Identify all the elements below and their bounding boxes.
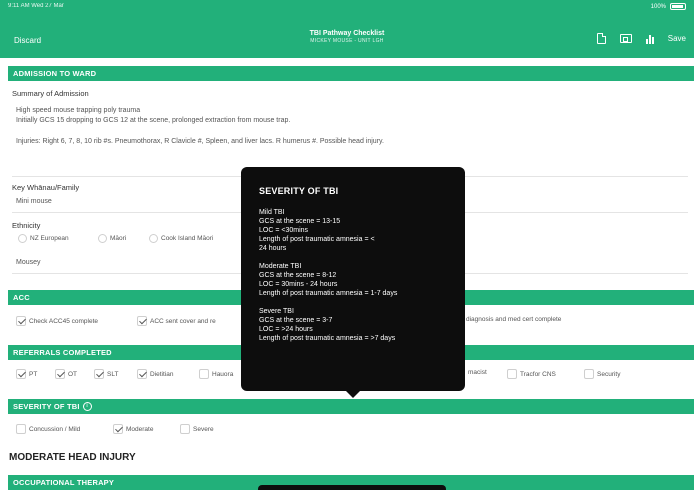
popover-line: LOC = >24 hours bbox=[259, 326, 313, 333]
popover-line: LOC = 30mins - 24 hours bbox=[259, 281, 338, 288]
chart-bars-icon[interactable] bbox=[645, 34, 654, 44]
summary-line-3[interactable]: Injuries: Right 6, 7, 8, 10 rib #s. Pneu… bbox=[16, 138, 384, 145]
radio-icon bbox=[98, 234, 107, 243]
referral-pt[interactable]: PT bbox=[16, 369, 37, 379]
referral-tracfor-cns[interactable]: Tracfor CNS bbox=[507, 369, 556, 379]
popover-moderate-group: Moderate TBI GCS at the scene = 8-12 LOC… bbox=[259, 262, 447, 298]
checkbox bbox=[113, 424, 123, 434]
info-icon[interactable]: i bbox=[82, 402, 92, 411]
popover-line: Length of post traumatic amnesia = < bbox=[259, 236, 375, 243]
key-family-label: Key Whānau/Family bbox=[12, 183, 80, 192]
save-button[interactable]: Save bbox=[668, 34, 686, 43]
checkbox bbox=[16, 424, 26, 434]
popover-line: Severe TBI bbox=[259, 308, 294, 315]
status-indicators: 100% bbox=[651, 3, 686, 10]
popover-line: LOC = <30mins bbox=[259, 227, 309, 234]
radio-icon bbox=[149, 234, 158, 243]
popover-line: GCS at the scene = 13-15 bbox=[259, 218, 341, 225]
summary-line-1[interactable]: High speed mouse trapping poly trauma bbox=[16, 107, 140, 114]
document-icon[interactable] bbox=[596, 33, 606, 44]
acc-diagnosis-med-cert[interactable]: diagnosis and med cert complete bbox=[466, 316, 561, 323]
ethnicity-option-maori[interactable]: Māori bbox=[98, 234, 126, 243]
checkbox bbox=[137, 369, 147, 379]
referral-hauora[interactable]: Hauora bbox=[199, 369, 233, 379]
popover-mild-group: Mild TBI GCS at the scene = 13-15 LOC = … bbox=[259, 208, 447, 253]
popover-line: Mild TBI bbox=[259, 209, 285, 216]
option-label: Māori bbox=[110, 235, 127, 242]
referral-ot[interactable]: OT bbox=[55, 369, 77, 379]
option-label: Concussion / Mild bbox=[29, 425, 81, 433]
severity-option-mild[interactable]: Concussion / Mild bbox=[16, 424, 80, 434]
severity-info-popover: SEVERITY OF TBI Mild TBI GCS at the scen… bbox=[241, 167, 465, 398]
option-label: macist bbox=[468, 369, 487, 376]
ethnicity-value[interactable]: Mousey bbox=[16, 259, 41, 266]
checkbox bbox=[199, 369, 209, 379]
popover-line: 24 hours bbox=[259, 245, 287, 252]
acc-sent-cover[interactable]: ACC sent cover and re bbox=[137, 316, 216, 326]
ethnicity-label: Ethnicity bbox=[12, 221, 41, 230]
id-card-icon[interactable] bbox=[619, 34, 632, 43]
popover-line: Length of post traumatic amnesia = 1-7 d… bbox=[259, 290, 398, 297]
summary-label: Summary of Admission bbox=[12, 89, 89, 98]
option-label: Dietitian bbox=[150, 370, 174, 378]
popover-line: Moderate TBI bbox=[259, 263, 302, 270]
checkbox bbox=[137, 316, 147, 326]
acc-check-acc45[interactable]: Check ACC45 complete bbox=[16, 316, 98, 326]
checkbox bbox=[584, 369, 594, 379]
option-label: Hauora bbox=[212, 370, 234, 378]
option-label: NZ European bbox=[30, 235, 69, 242]
status-time: 9:11 AM Wed 27 Mar bbox=[8, 3, 64, 9]
severity-option-severe[interactable]: Severe bbox=[180, 424, 214, 434]
popover-title: SEVERITY OF TBI bbox=[259, 186, 339, 196]
top-bar: 9:11 AM Wed 27 Mar 100% Discard TBI Path… bbox=[0, 0, 694, 58]
severity-header-label: SEVERITY OF TBI bbox=[13, 402, 80, 411]
key-family-value[interactable]: Mini mouse bbox=[16, 198, 52, 205]
section-severity-header[interactable]: SEVERITY OF TBI i bbox=[8, 399, 694, 414]
option-label: PT bbox=[29, 370, 38, 378]
referral-pharmacist[interactable]: macist bbox=[468, 369, 487, 376]
option-label: ACC sent cover and re bbox=[150, 317, 216, 325]
moderate-head-injury-heading: MODERATE HEAD INJURY bbox=[9, 452, 136, 463]
popover-line: GCS at the scene = 8-12 bbox=[259, 272, 337, 279]
option-label: diagnosis and med cert complete bbox=[466, 316, 562, 323]
option-label: OT bbox=[68, 370, 78, 378]
radio-icon bbox=[18, 234, 27, 243]
option-label: Severe bbox=[193, 425, 214, 433]
battery-icon bbox=[670, 3, 686, 10]
referral-dietitian[interactable]: Dietitian bbox=[137, 369, 173, 379]
referral-security[interactable]: Security bbox=[584, 369, 620, 379]
battery-percent: 100% bbox=[650, 3, 666, 10]
option-label: Cook Island Māori bbox=[161, 235, 214, 242]
checkbox bbox=[16, 369, 26, 379]
checkbox bbox=[55, 369, 65, 379]
bottom-sheet-handle bbox=[258, 485, 446, 490]
option-label: Check ACC45 complete bbox=[29, 317, 99, 325]
referral-slt[interactable]: SLT bbox=[94, 369, 118, 379]
option-label: Moderate bbox=[126, 425, 154, 433]
page-subtitle: MICKEY MOUSE - UNIT LGH bbox=[310, 38, 384, 44]
checkbox bbox=[16, 316, 26, 326]
page-title: TBI Pathway Checklist bbox=[309, 30, 385, 37]
section-admission-header[interactable]: ADMISSION TO WARD bbox=[8, 66, 694, 81]
popover-severe-group: Severe TBI GCS at the scene = 3-7 LOC = … bbox=[259, 307, 447, 343]
ethnicity-option-nz-european[interactable]: NZ European bbox=[18, 234, 69, 243]
option-label: SLT bbox=[107, 370, 119, 378]
ethnicity-option-cook-island-maori[interactable]: Cook Island Māori bbox=[149, 234, 213, 243]
popover-line: Length of post traumatic amnesia = >7 da… bbox=[259, 335, 396, 342]
checkbox bbox=[180, 424, 190, 434]
option-label: Security bbox=[597, 370, 621, 378]
checkbox bbox=[94, 369, 104, 379]
summary-line-2[interactable]: Initially GCS 15 dropping to GCS 12 at t… bbox=[16, 117, 290, 124]
checkbox bbox=[507, 369, 517, 379]
severity-option-moderate[interactable]: Moderate bbox=[113, 424, 153, 434]
header-actions: Save bbox=[596, 33, 686, 44]
header-titles: TBI Pathway Checklist MICKEY MOUSE - UNI… bbox=[0, 30, 694, 44]
popover-line: GCS at the scene = 3-7 bbox=[259, 317, 333, 324]
option-label: Tracfor CNS bbox=[520, 370, 556, 378]
